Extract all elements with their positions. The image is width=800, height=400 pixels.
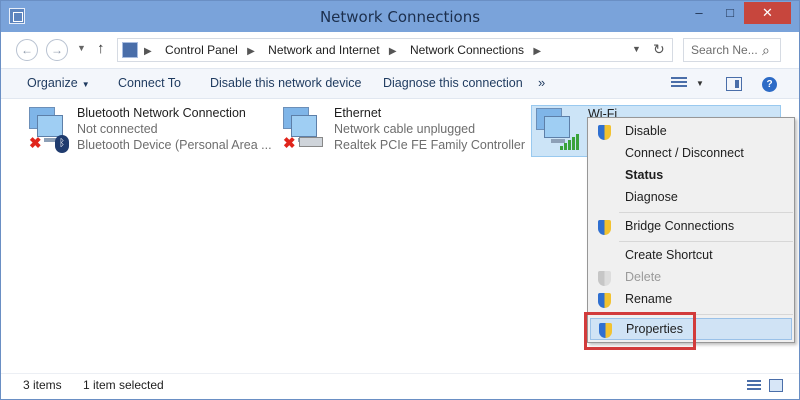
- connect-to-button[interactable]: Connect To: [118, 76, 181, 90]
- navigation-bar: ← → ▼ ↑ ▶ Control Panel ▶ Network and In…: [1, 32, 799, 68]
- menu-item-status[interactable]: Status: [590, 165, 792, 187]
- uac-shield-icon: [598, 220, 611, 235]
- disable-device-button[interactable]: Disable this network device: [210, 76, 361, 90]
- menu-item-rename[interactable]: Rename: [590, 289, 792, 311]
- connection-device: Bluetooth Device (Personal Area ...: [77, 138, 272, 152]
- forward-button[interactable]: →: [46, 39, 68, 61]
- explorer-window: Network Connections – □ ✕ ← → ▼ ↑ ▶ Cont…: [0, 0, 800, 400]
- control-panel-icon: [122, 42, 138, 58]
- uac-shield-icon: [598, 125, 611, 140]
- menu-separator: [619, 212, 793, 213]
- breadcrumb-separator-icon[interactable]: ▶: [247, 46, 255, 57]
- breadcrumb-control-panel[interactable]: Control Panel: [165, 43, 238, 57]
- item-count: 3 items: [23, 378, 62, 392]
- menu-item-label: Create Shortcut: [625, 248, 713, 262]
- close-button[interactable]: ✕: [744, 2, 791, 24]
- breadcrumb: ▶ Control Panel ▶ Network and Internet ▶…: [144, 43, 551, 57]
- diagnose-connection-button[interactable]: Diagnose this connection: [383, 76, 523, 90]
- preview-pane-icon[interactable]: [726, 77, 742, 91]
- breadcrumb-network-and-internet[interactable]: Network and Internet: [268, 43, 379, 57]
- connection-device: Realtek PCIe FE Family Controller: [334, 138, 526, 152]
- connection-status: Network cable unplugged: [334, 122, 476, 136]
- wifi-network-icon: [532, 106, 580, 152]
- uac-shield-icon: [598, 293, 611, 308]
- address-history-chevron-down-icon[interactable]: ▼: [632, 44, 641, 54]
- connection-status: Not connected: [77, 122, 158, 136]
- connection-name: Bluetooth Network Connection: [77, 106, 246, 120]
- context-menu: Disable Connect / Disconnect Status Diag…: [587, 117, 795, 343]
- breadcrumb-separator-icon[interactable]: ▶: [144, 46, 152, 57]
- chevron-down-icon: ▼: [81, 80, 90, 89]
- help-icon[interactable]: ?: [762, 77, 777, 92]
- breadcrumb-separator-icon[interactable]: ▶: [389, 46, 397, 57]
- menu-item-disable[interactable]: Disable: [590, 121, 792, 143]
- disconnected-x-icon: ✖: [283, 135, 296, 152]
- menu-item-delete: Delete: [590, 267, 792, 289]
- menu-item-label: Diagnose: [625, 190, 678, 204]
- address-bar[interactable]: ▶ Control Panel ▶ Network and Internet ▶…: [117, 38, 673, 62]
- bluetooth-icon: ᛒ: [55, 135, 69, 153]
- menu-item-bridge-connections[interactable]: Bridge Connections: [590, 216, 792, 238]
- menu-item-label: Bridge Connections: [625, 219, 735, 233]
- view-options-chevron-down-icon[interactable]: ▼: [696, 79, 704, 88]
- refresh-icon[interactable]: ↻: [653, 41, 665, 58]
- menu-item-label: Delete: [625, 270, 662, 284]
- up-button[interactable]: ↑: [97, 40, 105, 57]
- menu-item-label: Rename: [625, 292, 673, 306]
- menu-item-create-shortcut[interactable]: Create Shortcut: [590, 245, 792, 267]
- search-box[interactable]: Search Ne... ⌕: [683, 38, 781, 62]
- properties-highlight-box: [584, 312, 696, 350]
- selection-count: 1 item selected: [83, 378, 164, 392]
- uac-shield-icon: [598, 271, 611, 286]
- title-bar[interactable]: Network Connections – □ ✕: [1, 1, 799, 32]
- connection-item-ethernet[interactable]: ✖ Ethernet Network cable unplugged Realt…: [279, 105, 525, 157]
- menu-item-label: Status: [625, 168, 664, 182]
- breadcrumb-separator-icon[interactable]: ▶: [533, 46, 541, 57]
- maximize-button[interactable]: □: [716, 2, 744, 24]
- connection-item-bluetooth[interactable]: ✖ ᛒ Bluetooth Network Connection Not con…: [25, 105, 272, 157]
- menu-item-label: Disable: [625, 124, 667, 138]
- window-title: Network Connections: [319, 8, 481, 26]
- menu-item-diagnose[interactable]: Diagnose: [590, 187, 792, 209]
- breadcrumb-network-connections[interactable]: Network Connections: [410, 43, 524, 57]
- bluetooth-network-icon: ✖ ᛒ: [25, 105, 71, 153]
- command-bar: Organize ▼ Connect To Disable this networ…: [1, 68, 799, 99]
- menu-separator: [619, 241, 793, 242]
- menu-item-connect-disconnect[interactable]: Connect / Disconnect: [590, 143, 792, 165]
- more-commands-button[interactable]: »: [538, 75, 545, 90]
- organize-button[interactable]: Organize ▼: [27, 76, 90, 90]
- ethernet-cable-icon: [299, 137, 323, 147]
- change-view-icon[interactable]: [671, 77, 687, 91]
- back-button[interactable]: ←: [16, 39, 38, 61]
- details-view-icon[interactable]: [747, 380, 761, 392]
- organize-label: Organize: [27, 76, 78, 90]
- menu-item-label: Connect / Disconnect: [625, 146, 744, 160]
- status-bar: 3 items 1 item selected: [1, 373, 799, 399]
- minimize-button[interactable]: –: [685, 2, 713, 24]
- search-icon[interactable]: ⌕: [762, 42, 770, 59]
- ethernet-network-icon: ✖: [279, 105, 325, 151]
- connection-name: Ethernet: [334, 106, 382, 120]
- disconnected-x-icon: ✖: [29, 135, 42, 152]
- large-icons-view-icon[interactable]: [769, 379, 783, 392]
- recent-locations-chevron-down-icon[interactable]: ▼: [77, 43, 86, 53]
- search-input[interactable]: Search Ne...: [691, 43, 758, 57]
- wifi-signal-icon: [560, 132, 580, 150]
